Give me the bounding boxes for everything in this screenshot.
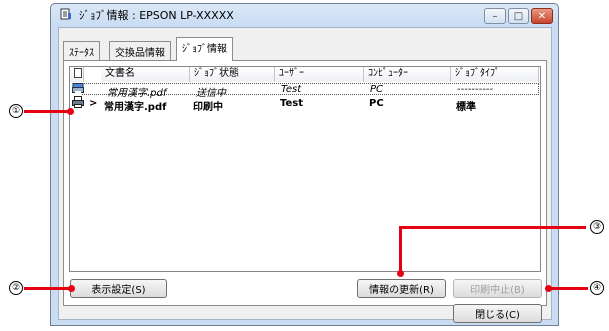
list-item-user: Test bbox=[281, 84, 302, 95]
column-header-icon[interactable] bbox=[70, 67, 84, 82]
list-item-user: Test bbox=[280, 98, 304, 109]
callout-dot-3 bbox=[397, 270, 404, 277]
minimize-button[interactable]: – bbox=[484, 8, 506, 24]
callout-dot-4 bbox=[545, 285, 552, 292]
column-header-user[interactable]: ﾕｰｻﾞｰ bbox=[275, 67, 364, 82]
list-item-computer: PC bbox=[370, 84, 384, 95]
list-item-computer: PC bbox=[369, 98, 384, 109]
window-title: ｼﾞｮﾌﾞ情報 : EPSON LP-XXXXX bbox=[79, 9, 234, 22]
printer-job-icon bbox=[60, 8, 72, 20]
column-header-document[interactable]: 文書名 bbox=[101, 67, 190, 82]
callout-number-2: ② bbox=[9, 281, 23, 295]
column-header-computer[interactable]: ｺﾝﾋﾟｭｰﾀｰ bbox=[364, 67, 451, 82]
list-item-job-type: ---------- bbox=[457, 84, 494, 95]
list-item-document[interactable]: 常用漢字.pdf bbox=[104, 98, 166, 113]
tab-consumables[interactable]: 交換品情報 bbox=[109, 41, 171, 60]
list-item-document[interactable]: 常用漢字.pdf bbox=[107, 84, 166, 99]
tab-job-info[interactable]: ｼﾞｮﾌﾞ情報 bbox=[176, 37, 233, 61]
callout-line-3-vertical bbox=[399, 226, 402, 274]
column-header-status[interactable]: ｼﾞｮﾌﾞ状態 bbox=[190, 67, 275, 82]
tab-status[interactable]: ｽﾃｰﾀｽ bbox=[63, 41, 100, 60]
callout-line-3-horizontal bbox=[399, 226, 586, 229]
list-item-job-type: 標準 bbox=[456, 102, 476, 113]
callout-dot-2 bbox=[68, 285, 75, 292]
callout-number-4: ④ bbox=[590, 281, 604, 295]
column-header-job-type[interactable]: ｼﾞｮﾌﾞﾀｲﾌﾟ bbox=[451, 67, 539, 82]
list-item-status: 印刷中 bbox=[193, 102, 223, 113]
current-job-marker: > bbox=[89, 98, 98, 109]
callout-line-2 bbox=[24, 287, 72, 290]
close-button[interactable]: 閉じる(C) bbox=[453, 304, 542, 323]
cancel-print-button[interactable]: 印刷中止(B) bbox=[453, 279, 542, 298]
document-icon bbox=[74, 68, 82, 79]
printing-printer-icon bbox=[72, 96, 84, 111]
callout-number-1: ① bbox=[9, 104, 23, 118]
callout-line-1 bbox=[24, 110, 70, 113]
sending-printer-icon bbox=[72, 83, 84, 97]
callout-number-3: ③ bbox=[590, 220, 604, 234]
list-item-status: 送信中 bbox=[196, 88, 226, 99]
callout-line-4 bbox=[548, 287, 588, 290]
close-window-button[interactable]: ✕ bbox=[531, 8, 553, 24]
callout-dot-1 bbox=[67, 108, 74, 115]
display-settings-button[interactable]: 表示設定(S) bbox=[70, 279, 167, 298]
refresh-info-button[interactable]: 情報の更新(R) bbox=[357, 279, 446, 298]
maximize-button[interactable]: □ bbox=[508, 8, 529, 24]
